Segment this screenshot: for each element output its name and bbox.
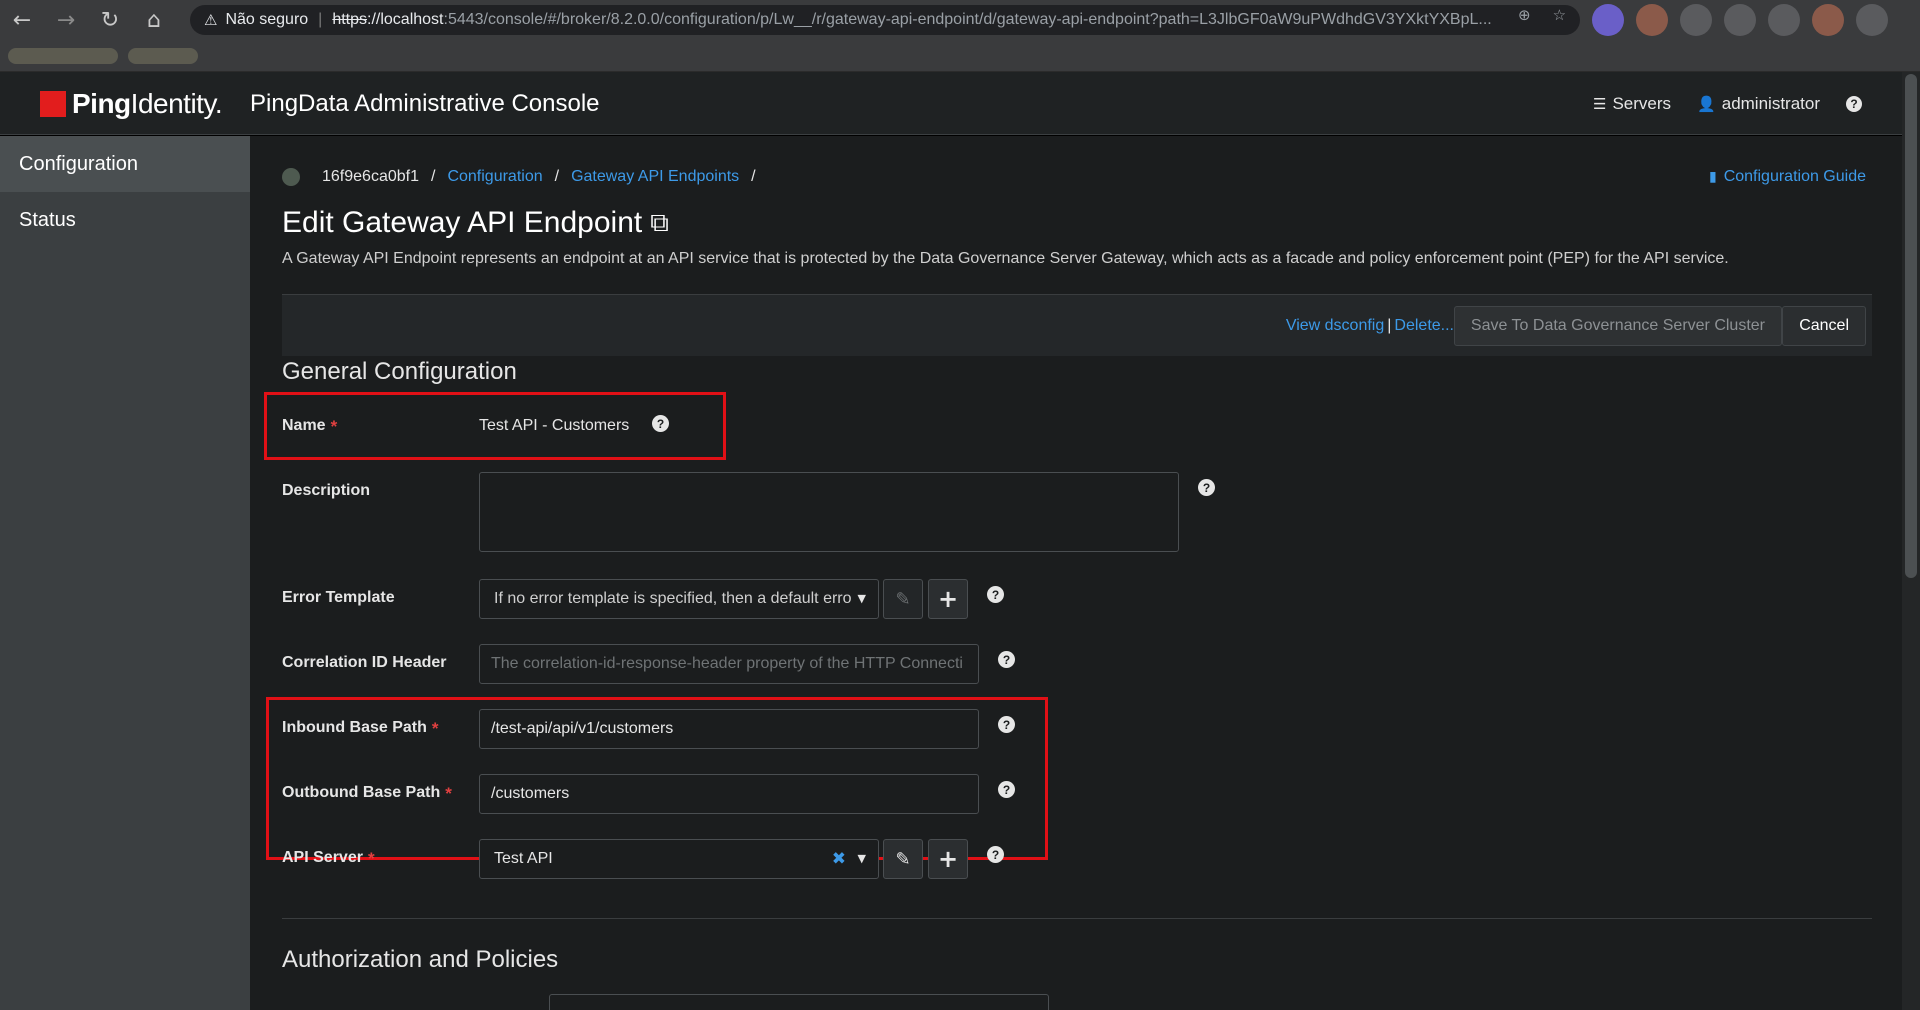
inbound-base-path-input[interactable]: /test-api/api/v1/customers <box>479 709 979 749</box>
server-icon <box>282 168 300 186</box>
page-title: Edit Gateway API Endpoint ⧉ <box>282 206 669 239</box>
sidebar-item-status[interactable]: Status <box>0 192 250 248</box>
outbound-base-path-label: Outbound Base Path * <box>282 784 452 803</box>
breadcrumb-configuration[interactable]: Configuration <box>447 168 542 186</box>
warning-icon[interactable]: ⚠ <box>204 11 217 29</box>
api-server-label: API Server * <box>282 849 375 868</box>
add-api-server-button[interactable]: + <box>928 839 968 879</box>
extension-icon[interactable] <box>1724 4 1756 36</box>
book-icon: ▮ <box>1708 169 1717 185</box>
chevron-down-icon: ▼ <box>857 592 866 605</box>
description-textarea[interactable] <box>479 472 1179 552</box>
breadcrumb-server: 16f9e6ca0bf1 <box>322 168 419 185</box>
extension-icon[interactable] <box>1812 4 1844 36</box>
cancel-button[interactable]: Cancel <box>1782 306 1866 346</box>
extension-icon[interactable] <box>1856 4 1888 36</box>
pencil-icon: ✎ <box>895 848 911 870</box>
delete-link[interactable]: Delete... <box>1394 317 1454 334</box>
sidebar-item-configuration[interactable]: Configuration <box>0 136 250 192</box>
view-dsconfig-link[interactable]: View dsconfig <box>1286 317 1384 334</box>
general-configuration-heading: General Configuration <box>282 358 517 385</box>
app-header: PingIdentity. PingData Administrative Co… <box>0 72 1920 135</box>
help-icon[interactable]: ? <box>987 586 1004 603</box>
name-value: Test API - Customers <box>479 417 630 434</box>
inbound-base-path-label: Inbound Base Path * <box>282 719 439 738</box>
app-title: PingData Administrative Console <box>250 90 600 117</box>
url-host: ://localhost <box>367 11 444 28</box>
bookmark-item[interactable] <box>8 48 118 64</box>
profile-avatar[interactable] <box>1592 4 1624 36</box>
sidebar: Configuration Status <box>0 136 250 1010</box>
url-path: :5443/console/#/broker/8.2.0.0/configura… <box>443 11 1492 28</box>
breadcrumb: 16f9e6ca0bf1 / Configuration / Gateway A… <box>282 168 768 186</box>
edit-error-template-button[interactable]: ✎ <box>883 579 923 619</box>
help-icon[interactable]: ? <box>998 716 1015 733</box>
section-divider <box>282 918 1872 919</box>
bookmark-star-icon[interactable]: ☆ <box>1553 6 1566 24</box>
extensions-area <box>1592 4 1888 36</box>
description-label: Description <box>282 482 371 499</box>
reload-icon[interactable]: ↻ <box>88 0 132 40</box>
error-template-label: Error Template <box>282 589 395 606</box>
action-toolbar: View dsconfig | Delete... Save To Data Gov… <box>282 294 1872 356</box>
address-bar[interactable]: ⚠ Não seguro | https://localhost:5443/co… <box>190 5 1580 35</box>
url-scheme: https <box>332 11 368 28</box>
security-label[interactable]: Não seguro <box>225 11 308 29</box>
copy-icon[interactable]: ⧉ <box>650 208 669 239</box>
main-content: 16f9e6ca0bf1 / Configuration / Gateway A… <box>250 136 1902 1010</box>
configuration-guide-link[interactable]: ▮ Configuration Guide <box>1709 168 1866 186</box>
add-error-template-button[interactable]: + <box>928 579 968 619</box>
plus-icon: + <box>937 585 959 613</box>
help-icon[interactable]: ? <box>987 846 1004 863</box>
help-icon[interactable]: ? <box>1198 479 1215 496</box>
clear-icon[interactable]: ✖ <box>832 840 846 878</box>
scrollbar-thumb[interactable] <box>1905 74 1917 578</box>
plus-icon: + <box>937 845 959 873</box>
browser-toolbar: ← → ↻ ⌂ ⚠ Não seguro | https://localhost… <box>0 0 1920 40</box>
help-icon[interactable]: ? <box>998 651 1015 668</box>
help-icon[interactable]: ? <box>652 415 669 432</box>
authorization-policies-heading: Authorization and Policies <box>282 946 559 973</box>
correlation-id-header-input[interactable]: The correlation-id-response-header prope… <box>479 644 979 684</box>
error-template-select[interactable]: If no error template is specified, then … <box>479 579 879 619</box>
bookmark-item[interactable] <box>128 48 198 64</box>
ping-identity-logo[interactable]: PingIdentity. <box>40 88 223 120</box>
outbound-base-path-input[interactable]: /customers <box>479 774 979 814</box>
extension-icon[interactable] <box>1636 4 1668 36</box>
user-menu[interactable]: 👤 administrator <box>1697 94 1820 114</box>
edit-api-server-button[interactable]: ✎ <box>883 839 923 879</box>
user-icon: 👤 <box>1697 94 1716 113</box>
partial-input[interactable] <box>549 994 1049 1010</box>
correlation-id-header-label: Correlation ID Header <box>282 654 447 671</box>
servers-menu[interactable]: ☰ Servers <box>1593 94 1671 114</box>
pencil-icon: ✎ <box>895 588 911 610</box>
logo-mark <box>40 91 66 117</box>
page-description: A Gateway API Endpoint represents an end… <box>282 250 1729 267</box>
breadcrumb-gateway-api-endpoints[interactable]: Gateway API Endpoints <box>571 168 739 186</box>
back-icon[interactable]: ← <box>0 0 44 40</box>
chevron-down-icon: ▼ <box>857 852 866 865</box>
servers-icon: ☰ <box>1593 94 1607 113</box>
bookmarks-bar <box>0 40 1920 72</box>
name-label: Name * <box>282 417 338 436</box>
api-server-select[interactable]: Test API ✖ ▼ <box>479 839 879 879</box>
extension-icon[interactable] <box>1768 4 1800 36</box>
home-icon[interactable]: ⌂ <box>132 0 176 40</box>
forward-icon[interactable]: → <box>44 0 88 40</box>
help-icon[interactable]: ? <box>998 781 1015 798</box>
help-icon[interactable]: ? <box>1846 95 1862 112</box>
zoom-icon[interactable]: ⊕ <box>1518 6 1531 24</box>
save-button[interactable]: Save To Data Governance Server Cluster <box>1453 306 1782 346</box>
extension-icon[interactable] <box>1680 4 1712 36</box>
